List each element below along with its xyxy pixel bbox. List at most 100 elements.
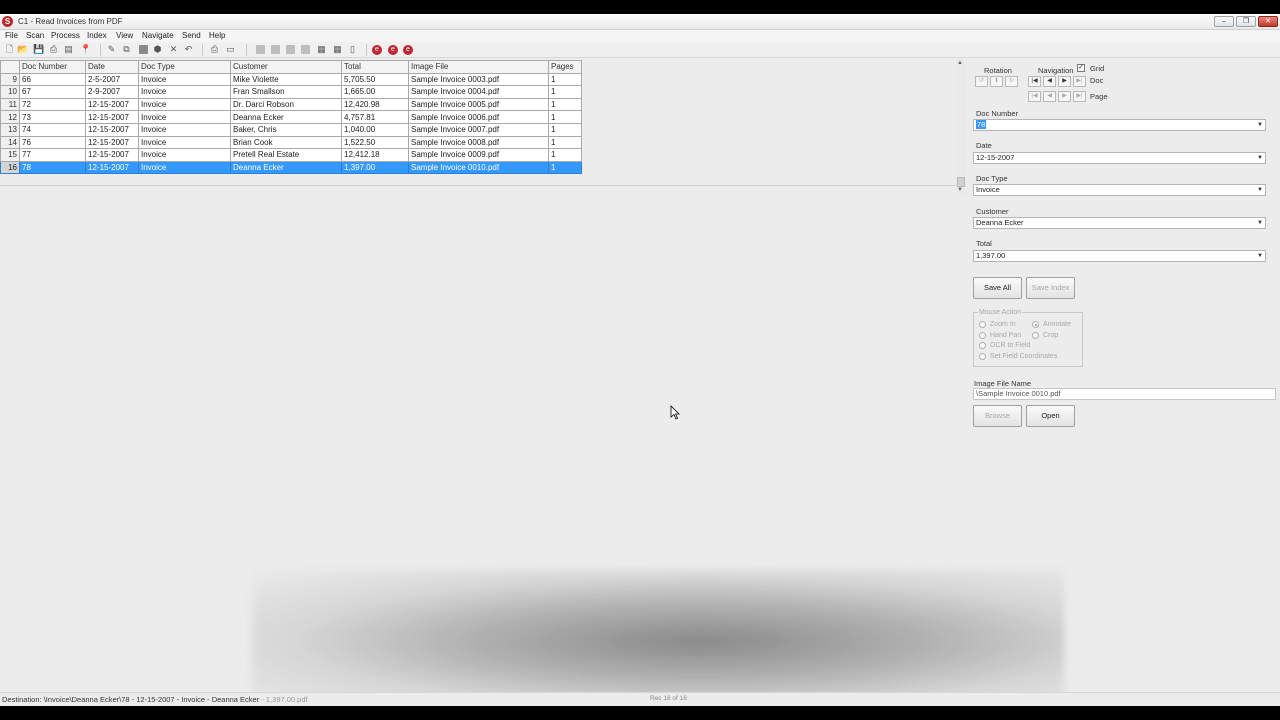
row-number-cell[interactable]: 9 (0, 72, 20, 87)
table-row[interactable]: 13 74 12-15-2007 Invoice Baker, Chris 1,040.0… (0, 122, 582, 137)
page-last-icon[interactable]: ▶| (1073, 91, 1086, 102)
table-cell[interactable]: 1 (548, 72, 582, 87)
menu-send[interactable]: Send (182, 31, 201, 40)
zoom-in-radio[interactable] (979, 321, 986, 328)
page-first-icon[interactable]: |◀ (1028, 91, 1041, 102)
row-number-cell[interactable]: 14 (0, 135, 20, 150)
table-cell[interactable]: Sample Invoice 0003.pdf (408, 72, 549, 87)
table-cell[interactable]: Invoice (138, 110, 231, 124)
scroll-up-icon[interactable]: ▲ (957, 60, 963, 66)
open-folder-icon[interactable]: 📂 (17, 44, 28, 55)
grid-checkbox[interactable]: ✓ (1077, 64, 1085, 72)
date-field[interactable]: 12-15-2007 ▼ (973, 152, 1266, 164)
table-row[interactable]: 10 67 2-9-2007 Invoice Fran Smallson 1,665.00… (0, 85, 582, 99)
set-field-coordinates-radio[interactable] (979, 353, 986, 360)
view-double-icon[interactable] (271, 45, 280, 54)
page-view-icon[interactable]: ▯ (347, 44, 358, 55)
rotate-flip-icon[interactable]: ⬆ (990, 76, 1003, 87)
table-cell[interactable]: Mike Violette (230, 72, 342, 87)
table-cell[interactable]: 12-15-2007 (85, 160, 139, 175)
page-next-icon[interactable]: ▶ (1058, 91, 1071, 102)
doc-type-field[interactable]: Invoice ▼ (973, 184, 1266, 196)
table-row[interactable]: 9 66 2-5-2007 Invoice Mike Violette 5,705.50 S… (0, 72, 582, 87)
table-cell[interactable]: 1 (548, 160, 582, 175)
table-cell[interactable]: 67 (19, 85, 86, 99)
column-header[interactable]: Doc Number (19, 60, 86, 74)
row-number-cell[interactable]: 12 (0, 110, 20, 124)
table-cell[interactable]: 1,522.50 (341, 135, 409, 150)
table-cell[interactable]: Invoice (138, 148, 231, 162)
table-row[interactable]: 16 78 12-15-2007 Invoice Deanna Ecker 1,397.0… (0, 160, 582, 175)
page-prev-icon[interactable]: ◀ (1043, 91, 1056, 102)
table-row[interactable]: 15 77 12-15-2007 Invoice Pretell Real Estate… (0, 148, 582, 162)
undo-icon[interactable]: ↶ (183, 44, 194, 55)
table-cell[interactable]: Sample Invoice 0004.pdf (408, 85, 549, 99)
minimize-icon[interactable]: – (1214, 16, 1234, 27)
table-cell[interactable]: 74 (19, 122, 86, 137)
table-cell[interactable]: 76 (19, 135, 86, 150)
new-document-icon[interactable]: 🗋 (4, 44, 15, 55)
table-cell[interactable]: 12,412.18 (341, 148, 409, 162)
table-row[interactable]: 12 73 12-15-2007 Invoice Deanna Ecker 4,757.8… (0, 110, 582, 124)
table-cell[interactable]: Sample Invoice 0006.pdf (408, 110, 549, 124)
menu-view[interactable]: View (116, 31, 133, 40)
chevron-down-icon[interactable]: ▼ (1255, 251, 1265, 261)
table-cell[interactable]: Invoice (138, 72, 231, 87)
close-icon[interactable]: ✕ (1258, 16, 1278, 27)
scan-icon[interactable]: ▭ (225, 44, 236, 55)
layers-icon[interactable]: ▤ (63, 44, 74, 55)
column-header[interactable]: Total (341, 60, 409, 74)
row-number-cell[interactable]: 10 (0, 85, 20, 99)
table-cell[interactable]: Brian Cook (230, 135, 342, 150)
save-icon[interactable]: 💾 (33, 44, 44, 55)
crop-radio[interactable] (1032, 332, 1039, 339)
row-number-cell[interactable]: 15 (0, 148, 20, 162)
ocr-to-field-radio[interactable] (979, 342, 986, 349)
view-split-icon[interactable] (286, 45, 295, 54)
row-number-cell[interactable]: 13 (0, 122, 20, 137)
column-header[interactable]: Doc Type (138, 60, 231, 74)
delete-icon[interactable]: ✕ (168, 44, 179, 55)
table-cell[interactable]: Pretell Real Estate (230, 148, 342, 162)
grid-view-icon[interactable]: ▦ (332, 44, 343, 55)
table-cell[interactable]: 12-15-2007 (85, 148, 139, 162)
table-cell[interactable]: Invoice (138, 97, 231, 112)
send-icon[interactable]: e (388, 45, 398, 55)
row-number-cell[interactable]: 11 (0, 97, 20, 112)
doc-next-icon[interactable]: ▶ (1058, 76, 1071, 87)
menu-navigate[interactable]: Navigate (142, 31, 174, 40)
table-row[interactable]: 14 76 12-15-2007 Invoice Brian Cook 1,522.50 S… (0, 135, 582, 150)
table-cell[interactable]: 12,420.98 (341, 97, 409, 112)
table-cell[interactable]: 2-5-2007 (85, 72, 139, 87)
table-cell[interactable]: Deanna Ecker (230, 110, 342, 124)
image-file-field[interactable]: \Sample Invoice 0010.pdf (973, 388, 1276, 400)
doc-last-icon[interactable]: ▶| (1073, 76, 1086, 87)
column-header[interactable]: Pages (548, 60, 582, 74)
table-cell[interactable]: 1 (548, 122, 582, 137)
table-cell[interactable]: 1 (548, 135, 582, 150)
browse-button[interactable]: Browse (973, 405, 1022, 427)
table-cell[interactable]: 1 (548, 110, 582, 124)
menu-index[interactable]: Index (87, 31, 107, 40)
view-single-icon[interactable] (256, 45, 265, 54)
export-icon[interactable]: e (403, 45, 413, 55)
copy-icon[interactable]: ⧉ (121, 44, 132, 55)
restore-icon[interactable]: ❐ (1236, 16, 1256, 27)
print-icon[interactable]: ⎙ (48, 44, 59, 55)
stop-icon[interactable] (139, 45, 148, 54)
table-cell[interactable]: Sample Invoice 0008.pdf (408, 135, 549, 150)
table-cell[interactable]: 12-15-2007 (85, 122, 139, 137)
table-cell[interactable]: 1 (548, 85, 582, 99)
table-cell[interactable]: 77 (19, 148, 86, 162)
table-cell[interactable]: Deanna Ecker (230, 160, 342, 175)
row-number-cell[interactable]: 16 (0, 160, 20, 175)
table-cell[interactable]: 2-9-2007 (85, 85, 139, 99)
table-cell[interactable]: 4,757.81 (341, 110, 409, 124)
menu-file[interactable]: File (5, 31, 18, 40)
doc-number-field[interactable]: 78 ▼ (973, 119, 1266, 131)
total-field[interactable]: 1,397.00 ▼ (973, 250, 1266, 262)
menu-scan[interactable]: Scan (26, 31, 44, 40)
table-cell[interactable]: Sample Invoice 0007.pdf (408, 122, 549, 137)
chevron-down-icon[interactable]: ▼ (1255, 218, 1265, 228)
table-cell[interactable]: Invoice (138, 135, 231, 150)
